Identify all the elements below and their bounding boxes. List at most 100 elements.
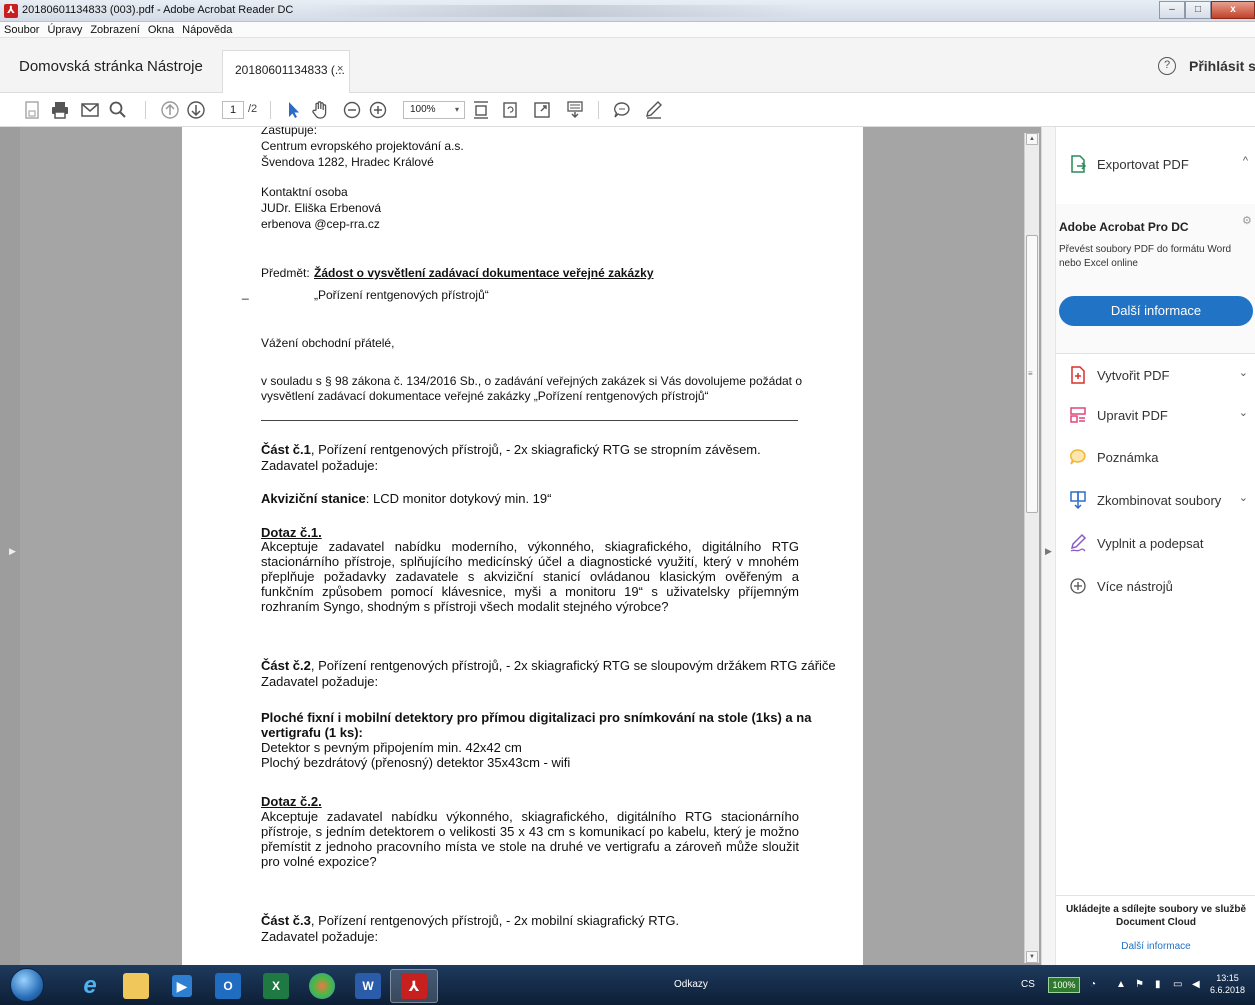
part-3-label: Část č.3 (261, 913, 311, 928)
taskbar-explorer[interactable] (112, 969, 160, 1003)
detectors-heading: Ploché fixní i mobilní detektory pro pří… (261, 710, 812, 725)
full-screen-icon[interactable] (532, 100, 552, 120)
taskbar-word[interactable]: W (344, 969, 392, 1003)
start-button[interactable] (10, 968, 44, 1002)
fit-page-icon[interactable] (471, 100, 491, 120)
cloud-more-info-link[interactable]: Další informace (1056, 941, 1255, 952)
menu-edit[interactable]: Úpravy (43, 24, 86, 36)
tab-tools[interactable]: Nástroje (147, 58, 203, 75)
taskbar-acrobat[interactable]: ⅄ (390, 969, 438, 1003)
export-pdf-item[interactable]: Exportovat PDF ^ (1068, 152, 1248, 176)
part-2-text: , Pořízení rentgenových přístrojů, - 2x … (310, 658, 836, 673)
tool-more-tools[interactable]: Více nástrojů (1068, 574, 1248, 598)
collapse-pane-icon[interactable]: ▶ (1045, 546, 1052, 557)
previous-page-icon[interactable] (160, 100, 180, 120)
scroll-down-icon[interactable]: ▼ (1026, 951, 1038, 963)
taskbar-excel[interactable]: X (252, 969, 300, 1003)
internet-explorer-icon: e (83, 972, 97, 999)
left-nav-strip[interactable]: ▶ (0, 127, 20, 965)
zoom-out-icon[interactable] (342, 100, 362, 120)
subject-title: Žádost o vysvětlení zadávací dokumentace… (314, 266, 654, 280)
menu-help[interactable]: Nápověda (178, 24, 236, 36)
tool-fill-sign[interactable]: Vyplnit a podepsat (1068, 531, 1248, 555)
tool-edit-pdf[interactable]: Upravit PDF ⌄ (1068, 403, 1248, 427)
network-icon[interactable]: ◔ (1090, 979, 1096, 990)
save-icon[interactable] (22, 100, 42, 120)
chevron-down-icon[interactable]: ⌄ (1239, 406, 1248, 419)
tool-combine-files[interactable]: Zkombinovat soubory ⌄ (1068, 488, 1248, 512)
comment-icon (1068, 447, 1088, 467)
page-number-input[interactable]: 1 (222, 101, 244, 119)
maximize-button[interactable]: □ (1185, 1, 1211, 19)
more-tools-icon (1068, 576, 1088, 596)
tool-label: Poznámka (1097, 449, 1159, 465)
doc-line: Zadavatel požaduje: (261, 929, 379, 944)
close-tab-icon[interactable]: × (337, 63, 343, 75)
tab-home[interactable]: Domovská stránka (19, 58, 143, 75)
tool-create-pdf[interactable]: Vytvořit PDF ⌄ (1068, 363, 1248, 387)
close-window-button[interactable]: x (1211, 1, 1255, 19)
scroll-up-icon[interactable]: ▲ (1026, 133, 1038, 145)
comment-icon[interactable] (612, 100, 632, 120)
volume-icon[interactable]: ◀ (1192, 979, 1200, 990)
menu-file[interactable]: Soubor (0, 24, 43, 36)
system-clock[interactable]: 13:15 6.6.2018 (1210, 972, 1245, 996)
print-icon[interactable] (50, 100, 70, 120)
divider (1056, 353, 1255, 354)
project-name: „Pořízení rentgenových přístrojů“ (314, 288, 489, 302)
display-icon[interactable]: ▭ (1173, 979, 1182, 990)
read-mode-icon[interactable] (565, 100, 585, 120)
language-indicator[interactable]: CS (1021, 979, 1035, 990)
windows-taskbar: e ▶ O X W ⅄ Odkazy CS 100% ◔ ▲ ⚑ ▮ ▭ ◀ 1… (0, 965, 1255, 1005)
part-3-heading: Část č.3, Pořízení rentgenových přístroj… (261, 913, 679, 928)
rotate-icon[interactable] (500, 100, 520, 120)
taskbar-app[interactable] (298, 969, 346, 1003)
more-info-button[interactable]: Další informace (1059, 296, 1253, 326)
chevron-down-icon[interactable]: ⌄ (1239, 366, 1248, 379)
document-viewport[interactable]: ▶ Zastupuje: Centrum evropského projekto… (0, 127, 1041, 965)
next-page-icon[interactable] (186, 100, 206, 120)
search-icon[interactable] (108, 100, 128, 120)
station-label: Akviziční stanice (261, 491, 366, 506)
device-icon[interactable]: ▮ (1155, 979, 1161, 990)
battery-indicator[interactable]: 100% (1048, 977, 1080, 993)
collapse-pane-strip[interactable]: ▶ (1042, 127, 1056, 965)
flag-icon[interactable]: ⚑ (1135, 979, 1144, 990)
zoom-select[interactable]: 100% ▾ (403, 101, 465, 119)
chevron-down-icon[interactable]: ⌄ (1239, 491, 1248, 504)
menu-view[interactable]: Zobrazení (86, 24, 144, 36)
show-hidden-icons[interactable]: ▲ (1116, 979, 1126, 990)
pen-icon[interactable] (644, 100, 664, 120)
scroll-grip-icon: ≡ (1028, 369, 1033, 378)
help-icon[interactable]: ? (1158, 57, 1176, 75)
hand-tool-icon[interactable] (310, 100, 330, 120)
taskbar-outlook[interactable]: O (204, 969, 252, 1003)
part-1-heading: Část č.1, Pořízení rentgenových přístroj… (261, 442, 761, 457)
select-cursor-icon[interactable] (283, 100, 303, 120)
doc-line: Zastupuje: (261, 127, 318, 137)
zoom-in-icon[interactable] (368, 100, 388, 120)
links-toolbar[interactable]: Odkazy (674, 979, 708, 990)
toolbar-separator (145, 101, 146, 119)
outlook-icon: O (215, 973, 241, 999)
tab-document[interactable]: 20180601134833 (... × (222, 50, 350, 93)
tool-label: Vytvořit PDF (1097, 367, 1170, 383)
chevron-up-icon[interactable]: ^ (1243, 155, 1248, 167)
excel-icon: X (263, 973, 289, 999)
expand-left-panel-icon[interactable]: ▶ (9, 546, 16, 557)
taskbar-ie[interactable]: e (66, 969, 114, 1003)
vertical-scrollbar[interactable]: ▲ ≡ ▼ (1024, 133, 1039, 963)
toolbar-separator (598, 101, 599, 119)
email-icon[interactable] (80, 100, 100, 120)
greeting: Vážení obchodní přátelé, (261, 336, 395, 350)
minimize-button[interactable]: – (1159, 1, 1185, 19)
sign-in-link[interactable]: Přihlásit se (1189, 58, 1255, 74)
cloud-promo-title: Ukládejte a sdílejte soubory ve službě D… (1065, 904, 1247, 928)
taskbar-media[interactable]: ▶ (158, 969, 206, 1003)
toolbar: 1 /2 100% ▾ (0, 93, 1255, 127)
tool-comment[interactable]: Poznámka (1068, 445, 1248, 469)
settings-icon[interactable]: ⚙ (1242, 214, 1252, 227)
menu-window[interactable]: Okna (144, 24, 178, 36)
part-2-heading: Část č.2, Pořízení rentgenových přístroj… (261, 658, 836, 673)
doc-line: Detektor s pevným připojením min. 42x42 … (261, 740, 522, 755)
